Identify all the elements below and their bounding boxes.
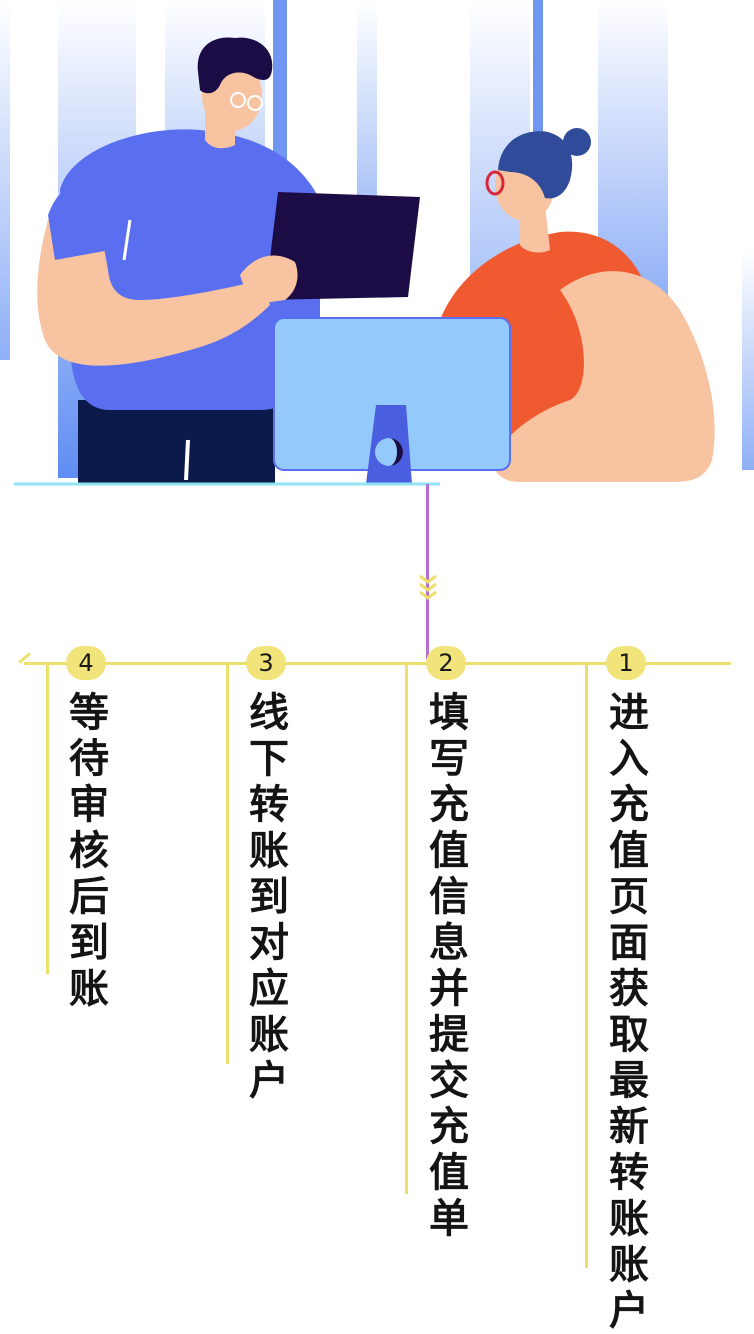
- chevron-down-icon: [419, 574, 437, 600]
- step-1-line: [585, 664, 588, 1268]
- illustration-svg: [0, 0, 754, 486]
- step-4-number: 4: [66, 646, 106, 680]
- step-1-number: 1: [606, 646, 646, 680]
- page: 1 进入充值页面获取最新转账账户 2 填写充值信息并提交充值单 3 线下转账到对…: [0, 0, 754, 1334]
- step-4-text: 等待审核后到账: [69, 690, 109, 1012]
- step-2-number: 2: [426, 646, 466, 680]
- step-2-line: [405, 664, 408, 1194]
- step-3-number: 3: [246, 646, 286, 680]
- step-3-line: [226, 664, 229, 1064]
- step-2-text: 填写充值信息并提交充值单: [429, 690, 469, 1242]
- timeline: 1 进入充值页面获取最新转账账户 2 填写充值信息并提交充值单 3 线下转账到对…: [0, 484, 754, 1334]
- step-4-line: [46, 664, 49, 974]
- step-3-text: 线下转账到对应账户: [249, 690, 289, 1104]
- monitor-icon: [273, 317, 511, 484]
- hero-illustration: [0, 0, 754, 490]
- step-1-text: 进入充值页面获取最新转账账户: [609, 690, 649, 1334]
